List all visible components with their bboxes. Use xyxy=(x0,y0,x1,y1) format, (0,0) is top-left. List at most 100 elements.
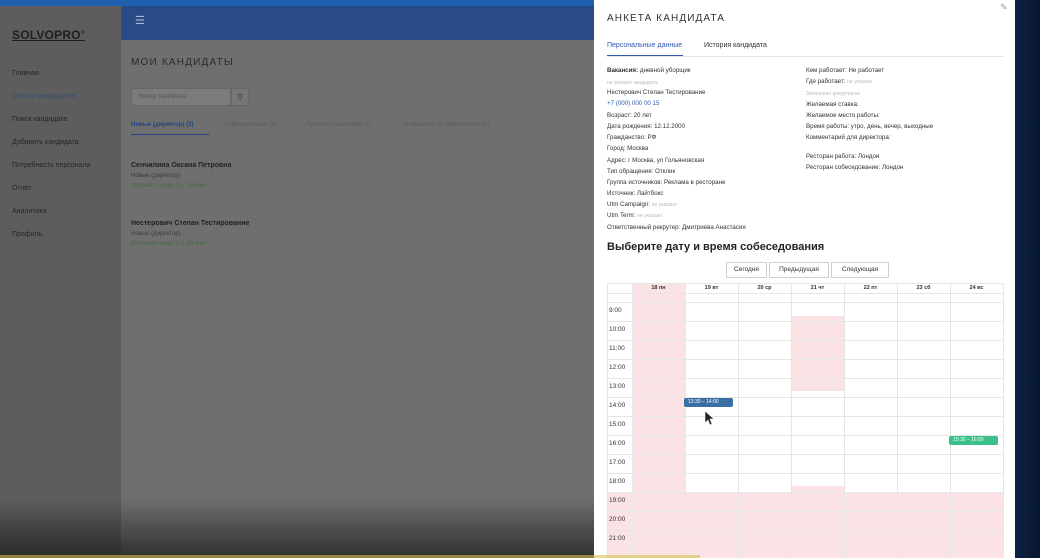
candidate-name[interactable]: Сенчилина Оксана Петровна xyxy=(131,162,231,169)
recruiter-note: Заполнено рекрутером xyxy=(806,91,860,97)
grid-line xyxy=(607,473,1003,474)
time-label: 10:00 xyxy=(609,326,626,333)
mouse-cursor-icon xyxy=(705,411,715,425)
restaurant-work: Ресторан работа: Лондон xyxy=(806,153,880,160)
grid-line xyxy=(607,378,1003,379)
day-header: 24 вс xyxy=(969,285,984,291)
page-title: МОИ КАНДИДАТЫ xyxy=(131,57,234,68)
time-label: 20:00 xyxy=(609,516,626,523)
sidebar-item-candidates-list[interactable]: Список кандидатов xyxy=(12,93,75,100)
sidebar-item-home[interactable]: Главная xyxy=(12,70,39,77)
day-header: 19 вт xyxy=(704,285,719,291)
search-icon[interactable]: ⚲ xyxy=(231,88,249,106)
grid-line xyxy=(607,416,1003,417)
next-week-button[interactable]: Следующая xyxy=(831,262,889,278)
grid-line xyxy=(607,340,1003,341)
restaurant-interview: Ресторан собеседование: Лондон xyxy=(806,164,904,171)
unavailable-block xyxy=(791,316,844,391)
screen-right-edge xyxy=(1015,0,1040,558)
grid-line xyxy=(950,283,951,558)
sidebar-item-analytics[interactable]: Аналитика xyxy=(12,208,47,215)
grid-line xyxy=(607,397,1003,398)
grid-line xyxy=(607,454,1003,455)
schedule-title: Выберите дату и время собеседования xyxy=(607,241,825,253)
candidate-full-name: Нестерович Степан Тестирование xyxy=(607,89,706,96)
unavailable-block xyxy=(607,492,1003,558)
sidebar-item-staff-need[interactable]: Потребность персонала xyxy=(12,162,91,169)
tab-sent-for-registration[interactable]: Отправлен на оформление (1) xyxy=(404,122,489,128)
vacancy-row: Вакансия: дневной уборщик xyxy=(607,67,691,74)
tab-candidate-history[interactable]: История кандидата xyxy=(704,42,767,49)
candidate-card[interactable]: Нестерович Степан Тестирование Новые (ди… xyxy=(131,220,249,247)
time-label: 12:00 xyxy=(609,364,626,371)
grid-line xyxy=(897,283,898,558)
screen: SOLVOPRO® Главная Список кандидатов Поис… xyxy=(0,0,1040,558)
director-comment: Комментарий для директора: xyxy=(806,134,891,141)
time-label: 18:00 xyxy=(609,478,626,485)
time-label: 9:00 xyxy=(609,307,622,314)
utm-campaign: Utm Campaign: не указано xyxy=(607,201,677,208)
today-button[interactable]: Сегодня xyxy=(726,262,767,278)
logo[interactable]: SOLVOPRO® xyxy=(12,28,85,42)
candidate-citizenship: Гражданство: РФ xyxy=(607,134,657,141)
time-label: 16:00 xyxy=(609,440,626,447)
candidate-phone[interactable]: +7 (000) 000 00 15 xyxy=(607,100,659,107)
candidate-panel: АНКЕТА КАНДИДАТА ✎ Персональные данные И… xyxy=(594,0,1015,558)
interview-slot[interactable]: 15:30 – 16:00 xyxy=(949,436,998,445)
candidate-status: Новые (директор) xyxy=(131,173,181,179)
candidate-age: Возраст: 20 лет xyxy=(607,112,652,119)
utm-term: Utm Term: не указано xyxy=(607,212,663,219)
candidate-expires: Истекает через 3 ч. 59 мин. xyxy=(131,241,208,247)
grid-line xyxy=(791,283,792,558)
candidate-city: Город: Москва xyxy=(607,145,649,152)
panel-title: АНКЕТА КАНДИДАТА xyxy=(607,13,725,24)
sidebar: SOLVOPRO® Главная Список кандидатов Поис… xyxy=(0,6,121,558)
sidebar-item-search-candidate[interactable]: Поиск кандидата xyxy=(12,116,67,123)
desired-rate: Желаемая ставка: xyxy=(806,101,859,108)
grid-line xyxy=(607,511,1003,512)
interview-slot[interactable]: 13:30 – 14:00 xyxy=(684,398,733,407)
menu-icon[interactable]: ☰ xyxy=(135,14,145,27)
tab-interview[interactable]: Собеседование (3) xyxy=(224,122,277,128)
request-type: Тип обращения: Отклик xyxy=(607,168,676,175)
grid-line xyxy=(844,283,845,558)
tab-new-director[interactable]: Новые (директор) (2) xyxy=(131,122,194,128)
tab-internship-done[interactable]: Прошел стажировку (1) xyxy=(306,122,371,128)
grid-line xyxy=(607,530,1003,531)
candidate-name[interactable]: Нестерович Степан Тестирование xyxy=(131,220,249,227)
day-header: 23 сб xyxy=(916,285,931,291)
interview-calendar: 9:00 10:00 11:00 12:00 13:00 14:00 15:00 16:00 1… xyxy=(607,283,1007,558)
sidebar-item-report[interactable]: Отчёт xyxy=(12,185,31,192)
time-label: 19:00 xyxy=(609,497,626,504)
phone-search-input[interactable]: Номер телефона xyxy=(131,88,231,106)
time-label: 17:00 xyxy=(609,459,626,466)
candidate-address: Адрес: г Москва, ул Гольяновская xyxy=(607,157,705,164)
grid-line xyxy=(607,302,1003,303)
grid-line xyxy=(607,293,1003,294)
grid-line xyxy=(607,321,1003,322)
work-time: Время работы: утро, день, вечер, выходны… xyxy=(806,123,934,130)
day-header: 20 ср xyxy=(757,285,772,291)
tab-personal-data[interactable]: Персональные данные xyxy=(607,42,682,49)
time-label: 11:00 xyxy=(609,345,625,352)
grid-line xyxy=(738,283,739,558)
candidate-birth-date: Дата рождения: 12.12.2000 xyxy=(607,123,686,130)
time-label: 14:00 xyxy=(609,402,626,409)
sidebar-item-add-candidate[interactable]: Добавить кандидата xyxy=(12,139,79,146)
works-as: Кем работает: Не работает xyxy=(806,67,885,74)
grid-line xyxy=(685,283,686,558)
grid-line xyxy=(632,283,633,558)
grid-line xyxy=(607,492,1003,493)
grid-line xyxy=(607,435,1003,436)
sidebar-item-profile[interactable]: Профиль xyxy=(12,231,42,238)
day-header: 22 пт xyxy=(863,285,878,291)
time-label: 21:00 xyxy=(609,535,626,542)
grid-line xyxy=(607,283,608,558)
desired-place: Желаемое место работы: xyxy=(806,112,880,119)
source-group: Группа источников: Реклама в ресторане xyxy=(607,179,726,186)
edit-icon[interactable]: ✎ xyxy=(1000,2,1008,13)
not-specified-hint: не указано кандидата xyxy=(607,80,658,86)
candidate-card[interactable]: Сенчилина Оксана Петровна Новые (директо… xyxy=(131,162,231,189)
prev-week-button[interactable]: Предыдущая xyxy=(769,262,829,278)
source: Источник: Лайтбокс xyxy=(607,190,664,197)
